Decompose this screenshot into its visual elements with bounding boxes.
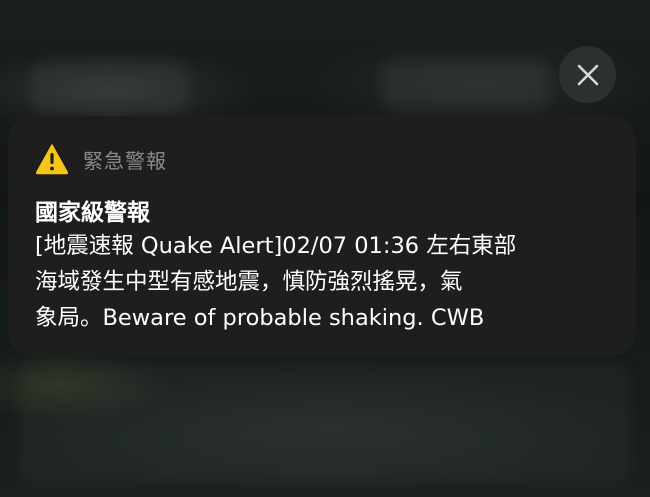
alert-header: 緊急警報 (35, 142, 609, 176)
close-button[interactable] (559, 46, 616, 103)
blurred-background-notification (30, 62, 190, 114)
warning-icon (35, 144, 69, 175)
alert-body-line: 象局。Beware of probable shaking. CWB (35, 305, 485, 331)
blurred-background-notification (20, 362, 630, 482)
alert-body-line: [地震速報 Quake Alert]02/07 01:36 左右東部 (35, 233, 517, 259)
lock-screen: 緊急警報 國家級警報 [地震速報 Quake Alert]02/07 01:36… (0, 0, 650, 497)
alert-app-name: 緊急警報 (83, 148, 167, 173)
emergency-alert-notification[interactable]: 緊急警報 國家級警報 [地震速報 Quake Alert]02/07 01:36… (8, 116, 636, 356)
blurred-background-notification (380, 60, 550, 110)
alert-title: 國家級警報 (35, 200, 150, 226)
alert-body: [地震速報 Quake Alert]02/07 01:36 左右東部 海域發生中… (35, 228, 609, 336)
close-icon (577, 64, 598, 85)
alert-body-line: 海域發生中型有感地震，慎防強烈搖晃，氣 (35, 269, 463, 295)
